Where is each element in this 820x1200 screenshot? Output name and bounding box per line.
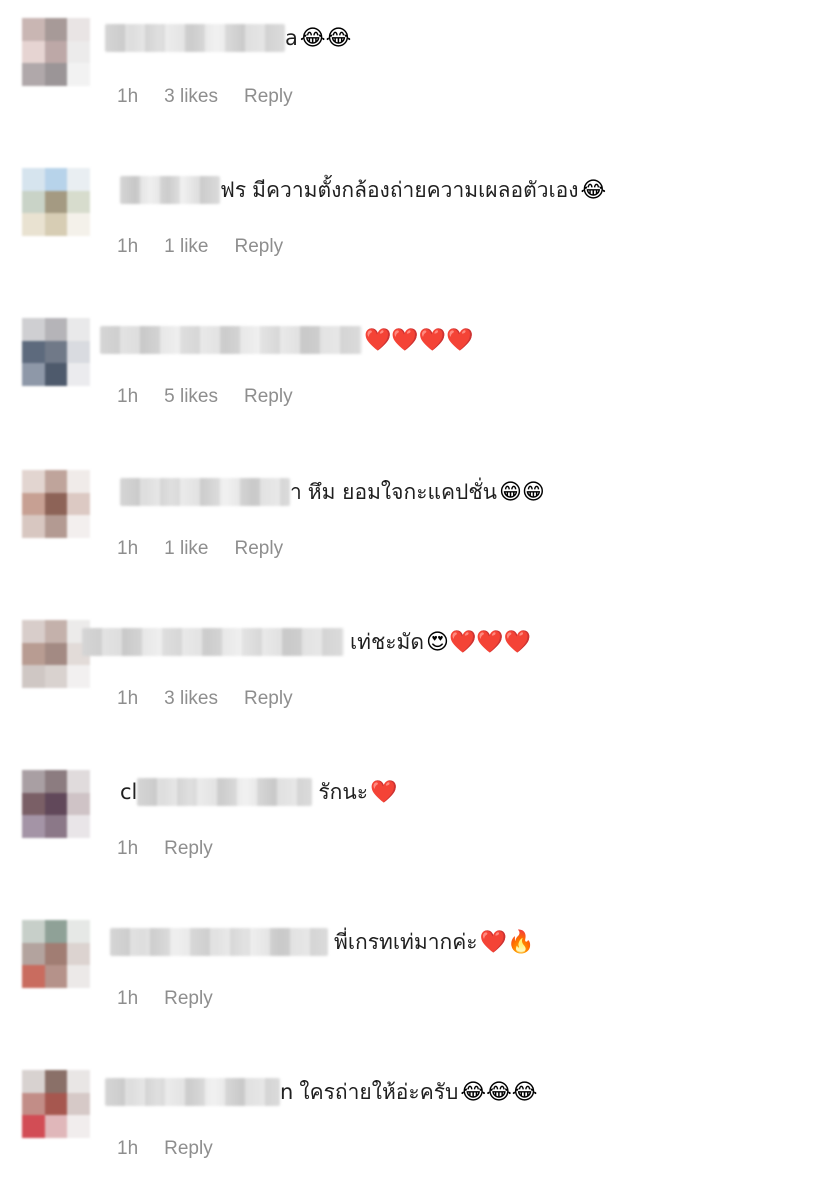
comment-item: n ใครถ่ายให้อ่ะครับ 😂😂😂 1h Reply: [0, 1050, 820, 1200]
emoji-icon: 😁😁: [499, 479, 545, 505]
emoji-icon: 😂: [580, 177, 607, 203]
comment-item: cl รักนะ ❤️ 1h Reply: [0, 750, 820, 900]
likes-count[interactable]: 1 like: [164, 236, 208, 258]
timestamp[interactable]: 1h: [117, 688, 138, 710]
comment-meta: 1h Reply: [117, 1138, 213, 1160]
comment-meta: 1h 5 likes Reply: [117, 386, 293, 408]
timestamp[interactable]: 1h: [117, 538, 138, 560]
avatar[interactable]: [22, 318, 90, 386]
comment-item: าหึม ยอมใจกะแคปชั่น 😁😁 1h 1 like Reply: [0, 450, 820, 600]
comment-list: a 😂😂 1h 3 likes Reply ฟร มีความตั้งกล้องถ่ายคว…: [0, 0, 820, 1179]
reply-button[interactable]: Reply: [235, 236, 284, 258]
emoji-icon: ❤️: [370, 779, 398, 805]
comment-meta: 1h 1 like Reply: [117, 538, 283, 560]
avatar[interactable]: [22, 620, 90, 688]
emoji-icon: 😂😂: [299, 25, 352, 51]
comment-text: หึม ยอมใจกะแคปชั่น: [307, 479, 497, 504]
reply-button[interactable]: Reply: [164, 838, 213, 860]
timestamp[interactable]: 1h: [117, 838, 138, 860]
username-blurred[interactable]: [82, 628, 344, 656]
username-blurred[interactable]: [105, 1078, 280, 1106]
reply-button[interactable]: Reply: [164, 1138, 213, 1160]
username-visible-part[interactable]: cl: [120, 780, 137, 804]
comment-meta: 1h 3 likes Reply: [117, 86, 293, 108]
username-blurred[interactable]: [137, 778, 313, 806]
username-blurred[interactable]: [110, 928, 328, 956]
username-blurred[interactable]: [120, 478, 290, 506]
reply-button[interactable]: Reply: [235, 538, 284, 560]
avatar[interactable]: [22, 770, 90, 838]
username-visible-part[interactable]: ฟร: [220, 174, 246, 207]
timestamp[interactable]: 1h: [117, 386, 138, 408]
avatar[interactable]: [22, 18, 90, 86]
likes-count[interactable]: 3 likes: [164, 86, 218, 108]
comment-item: เท่ชะมัด 😍❤️❤️❤️ 1h 3 likes Reply: [0, 600, 820, 750]
emoji-icon: 😍❤️❤️❤️: [426, 629, 532, 655]
username-blurred[interactable]: [105, 24, 285, 52]
comment-meta: 1h Reply: [117, 988, 213, 1010]
avatar[interactable]: [22, 1070, 90, 1138]
reply-button[interactable]: Reply: [244, 86, 293, 108]
timestamp[interactable]: 1h: [117, 236, 138, 258]
reply-button[interactable]: Reply: [164, 988, 213, 1010]
comment-text: เท่ชะมัด: [350, 629, 425, 654]
reply-button[interactable]: Reply: [244, 386, 293, 408]
reply-button[interactable]: Reply: [244, 688, 293, 710]
comment-text: มีความตั้งกล้องถ่ายความเผลอตัวเอง: [252, 177, 579, 202]
username-blurred[interactable]: [120, 176, 220, 204]
comment-meta: 1h Reply: [117, 838, 213, 860]
username-visible-part[interactable]: a: [285, 26, 298, 50]
username-visible-part[interactable]: n: [280, 1080, 293, 1104]
timestamp[interactable]: 1h: [117, 988, 138, 1010]
comment-text: รักนะ: [318, 779, 369, 804]
timestamp[interactable]: 1h: [117, 86, 138, 108]
comment-item: พี่เกรทเท่มากค่ะ ❤️🔥 1h Reply: [0, 900, 820, 1050]
avatar[interactable]: [22, 168, 90, 236]
comment-item: a 😂😂 1h 3 likes Reply: [0, 0, 820, 150]
likes-count[interactable]: 1 like: [164, 538, 208, 560]
comment-meta: 1h 3 likes Reply: [117, 688, 293, 710]
emoji-icon: 😂😂😂: [460, 1079, 538, 1105]
likes-count[interactable]: 5 likes: [164, 386, 218, 408]
comment-item: ฟร มีความตั้งกล้องถ่ายความเผลอตัวเอง 😂 1h 1 …: [0, 150, 820, 300]
timestamp[interactable]: 1h: [117, 1138, 138, 1160]
comment-item: ❤️❤️❤️❤️ 1h 5 likes Reply: [0, 300, 820, 450]
emoji-icon: ❤️❤️❤️❤️: [364, 327, 474, 353]
username-blurred[interactable]: [100, 326, 362, 354]
comment-text: พี่เกรทเท่มากค่ะ: [334, 929, 478, 954]
likes-count[interactable]: 3 likes: [164, 688, 218, 710]
avatar[interactable]: [22, 470, 90, 538]
username-visible-part[interactable]: า: [290, 476, 302, 509]
avatar[interactable]: [22, 920, 90, 988]
emoji-icon: ❤️🔥: [479, 929, 535, 955]
comment-text: ใครถ่ายให้อ่ะครับ: [299, 1079, 459, 1104]
comment-meta: 1h 1 like Reply: [117, 236, 283, 258]
